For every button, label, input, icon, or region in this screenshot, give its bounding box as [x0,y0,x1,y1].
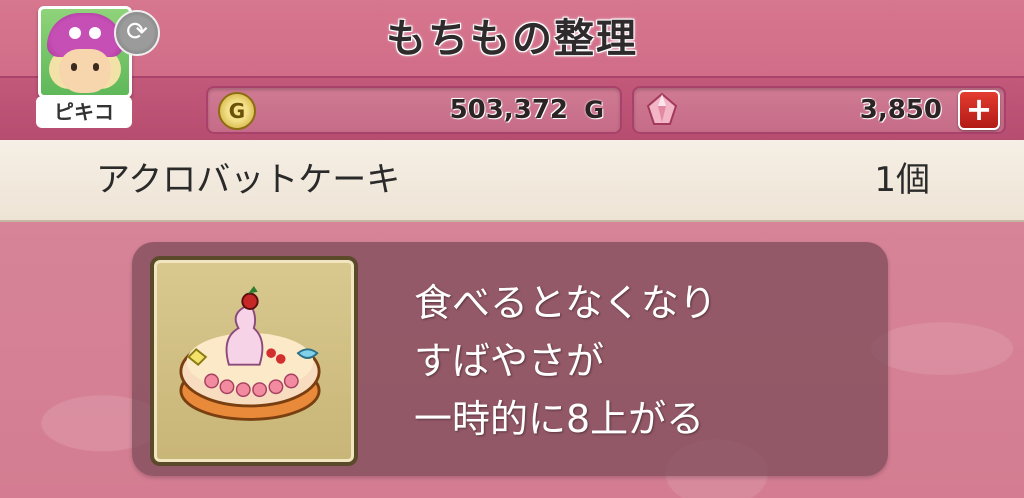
character-face [59,49,111,93]
description-line: 一時的に8上がる [414,397,705,441]
gem-amount: 3,850 [859,95,942,125]
description-line: すばやさが [414,339,605,383]
cake-icon [179,285,321,421]
item-description: 食べるとなくなり すばやさが 一時的に8上がる [414,274,864,448]
gold-amount: 503,372 [449,95,568,125]
add-gems-button[interactable]: + [958,90,1000,130]
gem-icon [646,92,678,125]
gold-display: G 503,372 G [206,86,622,134]
refresh-icon[interactable]: ⟳ [114,10,160,56]
item-row[interactable]: アクロバットケーキ 1個 [0,140,1024,222]
item-name: アクロバットケーキ [96,160,401,200]
gem-display: 3,850 + [632,86,1006,134]
item-icon-frame [150,256,358,466]
item-description-panel: 食べるとなくなり すばやさが 一時的に8上がる [132,242,888,476]
gold-coin-icon: G [218,92,256,130]
gold-unit: G [584,96,604,124]
item-count: 1個 [874,160,930,200]
description-line: 食べるとなくなり [414,281,717,325]
character-name: ピキコ [36,96,132,128]
